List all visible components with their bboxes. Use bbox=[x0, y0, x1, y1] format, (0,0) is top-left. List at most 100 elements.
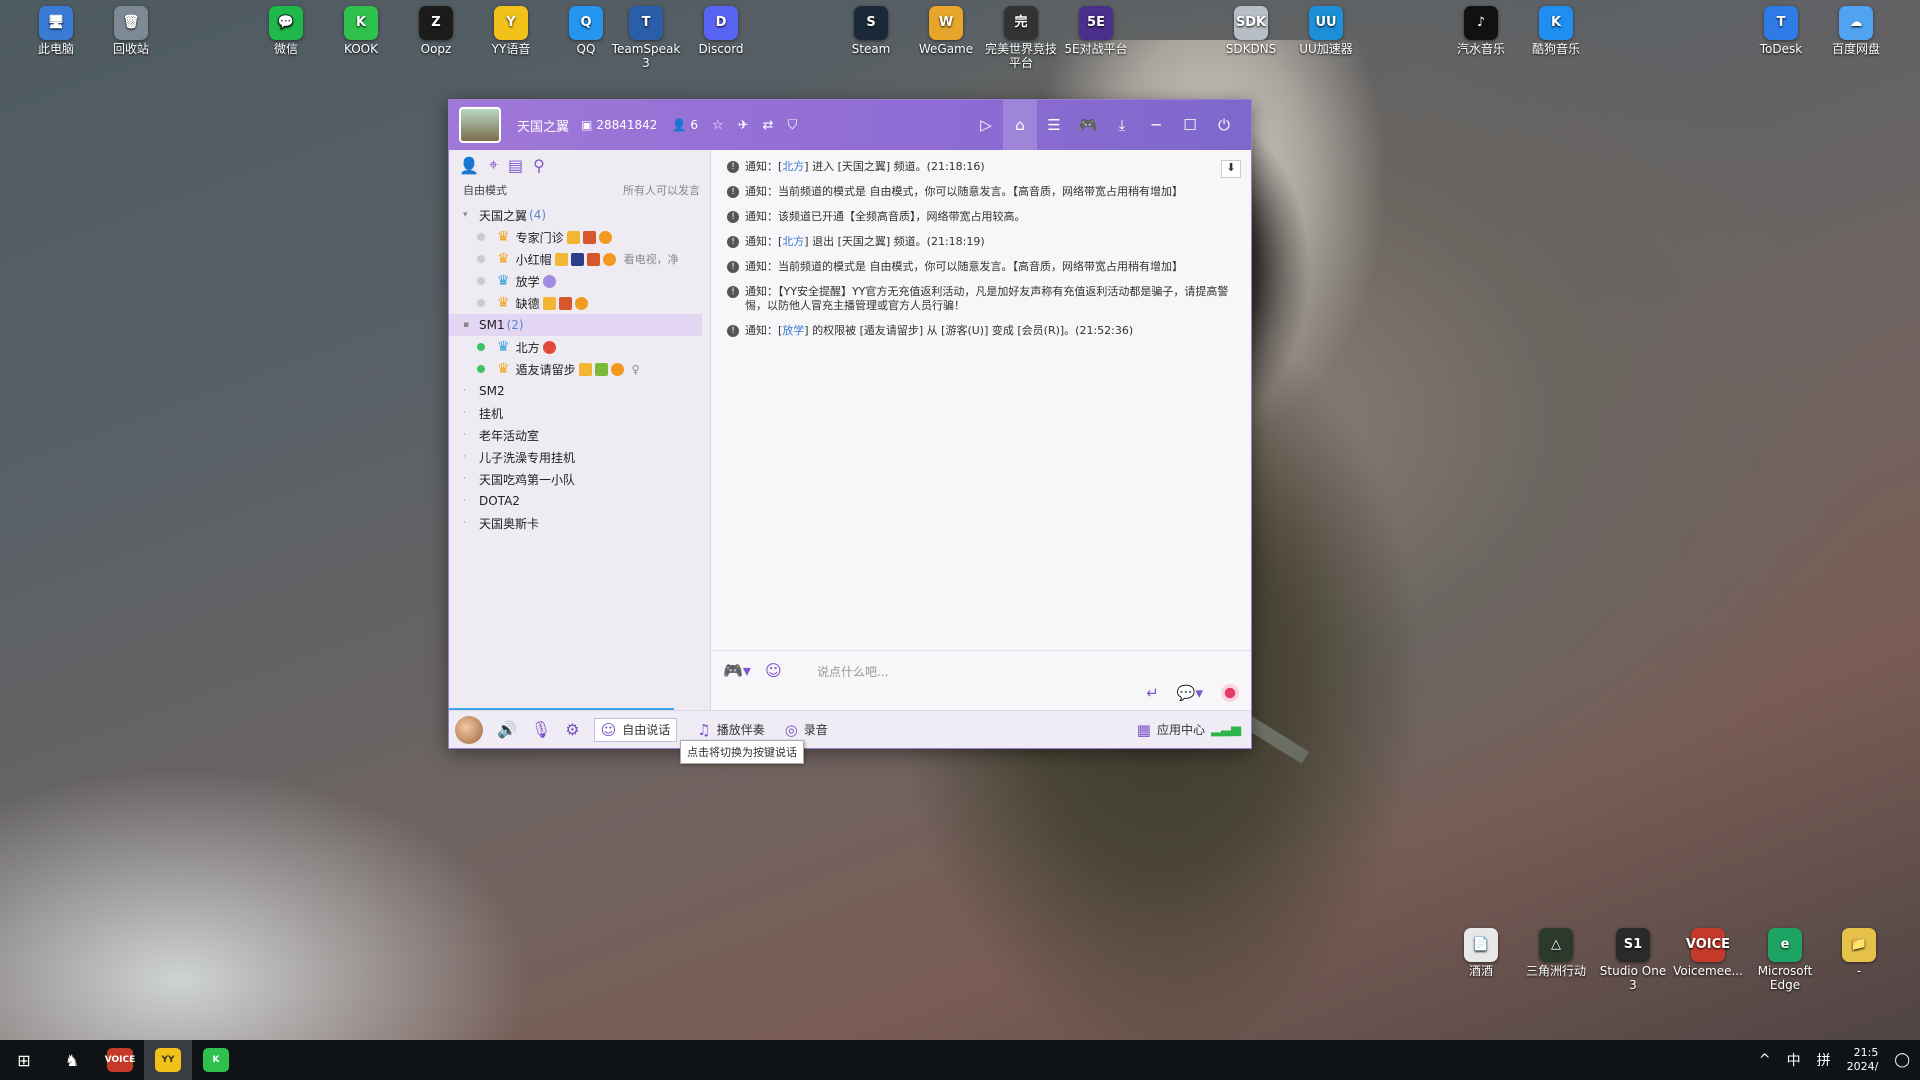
expand-toggle-icon[interactable]: · bbox=[463, 430, 475, 440]
desktop-icon[interactable]: W WeGame bbox=[910, 0, 982, 56]
microphone-icon[interactable]: 🎙 bbox=[531, 720, 551, 739]
desktop-icon[interactable]: e Microsoft Edge bbox=[1749, 922, 1821, 992]
desktop-icon[interactable]: 📄 酒酒 bbox=[1445, 922, 1517, 978]
kook-taskbar-icon[interactable]: K bbox=[192, 1040, 240, 1080]
video-icon[interactable]: ▷ bbox=[969, 116, 1003, 134]
desktop-icon[interactable]: 💬 微信 bbox=[250, 0, 322, 56]
sticker-icon[interactable]: ☺ bbox=[765, 661, 782, 680]
wings-icon[interactable]: ✈ bbox=[738, 118, 749, 133]
expand-toggle-icon[interactable]: · bbox=[463, 386, 475, 396]
desktop-icon[interactable]: S1 Studio One 3 bbox=[1597, 922, 1669, 992]
ime-indicator[interactable]: 中 bbox=[1787, 1050, 1801, 1070]
location-icon[interactable]: ⌖ bbox=[489, 155, 498, 175]
desktop-icon[interactable]: ♪ 汽水音乐 bbox=[1445, 0, 1517, 56]
desktop-icon[interactable]: Z Oopz bbox=[400, 0, 472, 56]
scroll-down-button[interactable]: ⬇ bbox=[1221, 160, 1241, 178]
app-center-button[interactable]: ▦ 应用中心 ▂▃▅ bbox=[1137, 721, 1241, 739]
user-row[interactable]: ♛ 北方 bbox=[449, 336, 710, 358]
user-link[interactable]: 放学 bbox=[782, 324, 804, 337]
studio-one-taskbar-icon[interactable]: ♞ bbox=[48, 1040, 96, 1080]
desktop-icon[interactable]: ☁ 百度网盘 bbox=[1820, 0, 1892, 56]
record-button[interactable]: ◎ 录音 bbox=[785, 721, 828, 739]
desktop-icon-label: 微信 bbox=[273, 42, 298, 56]
search-icon[interactable]: ⚲ bbox=[533, 156, 545, 175]
chat-bubble-icon[interactable]: 💬▾ bbox=[1177, 684, 1203, 702]
emoji-icon[interactable]: 🎮▾ bbox=[723, 661, 751, 680]
expand-toggle-icon[interactable]: · bbox=[463, 518, 475, 528]
my-avatar[interactable] bbox=[455, 715, 483, 744]
free-speak-button[interactable]: ☺ 自由说话 bbox=[593, 717, 678, 742]
gamepad-icon[interactable]: 🎮 bbox=[1071, 116, 1105, 134]
start-icon[interactable]: ⊞ bbox=[0, 1040, 48, 1080]
download-icon[interactable]: ⤓ bbox=[1105, 116, 1139, 134]
user-row[interactable]: ♛ 遁友请留步 ♀ bbox=[449, 358, 710, 380]
send-icon[interactable]: ↵ bbox=[1146, 684, 1159, 702]
user-row[interactable]: ♛ 小红帽 看电视，净 bbox=[449, 248, 710, 270]
expand-toggle-icon[interactable]: · bbox=[463, 408, 475, 418]
expand-toggle-icon[interactable]: · bbox=[463, 452, 475, 462]
user-link[interactable]: 北方 bbox=[782, 160, 804, 173]
mode-row: 自由模式 所有人可以发言 bbox=[449, 180, 710, 202]
maximize-icon[interactable]: ☐ bbox=[1173, 116, 1207, 134]
expand-toggle-icon[interactable]: · bbox=[463, 474, 475, 484]
list-icon[interactable]: ☰ bbox=[1037, 116, 1071, 134]
flower-icon[interactable] bbox=[1221, 684, 1239, 702]
desktop-icon[interactable]: S Steam bbox=[835, 0, 907, 56]
desktop-icon[interactable]: K 酷狗音乐 bbox=[1520, 0, 1592, 56]
desktop-icon[interactable]: 完完美世界竞技平台 bbox=[985, 0, 1057, 70]
user-name: 专家门诊 bbox=[515, 230, 564, 245]
desktop-icon[interactable]: UU UU加速器 bbox=[1290, 0, 1362, 56]
desktop-icon[interactable]: 📁 - bbox=[1823, 922, 1895, 978]
expand-toggle-icon[interactable]: ▪ bbox=[463, 320, 475, 330]
desktop-icon[interactable]: D Discord bbox=[685, 0, 757, 56]
channel-row[interactable]: · 天国奥斯卡 bbox=[449, 512, 710, 534]
desktop-icon[interactable]: SDK SDKDNS bbox=[1215, 0, 1287, 56]
expand-toggle-icon[interactable]: · bbox=[463, 496, 475, 506]
desktop-icon[interactable]: 🗑 回收站 bbox=[95, 0, 167, 56]
desktop-icon[interactable]: △ 三角洲行动 bbox=[1520, 922, 1592, 978]
channel-row[interactable]: · 天国吃鸡第一小队 bbox=[449, 468, 710, 490]
desktop-icon[interactable]: 5E 5E对战平台 bbox=[1060, 0, 1132, 56]
channel-row[interactable]: · 挂机 bbox=[449, 402, 710, 424]
power-icon[interactable]: ⏻ bbox=[1207, 116, 1241, 134]
desktop-icon[interactable]: 🖥 此电脑 bbox=[20, 0, 92, 56]
person-icon[interactable]: 👤 bbox=[459, 156, 479, 175]
expand-toggle-icon[interactable]: ▾ bbox=[463, 210, 475, 220]
share-icon[interactable]: ⇄ bbox=[763, 118, 774, 133]
channel-row[interactable]: · 老年活动室 bbox=[449, 424, 710, 446]
clock[interactable]: 21:5 2024/ bbox=[1847, 1046, 1879, 1074]
notes-icon[interactable]: ▤ bbox=[508, 156, 523, 175]
shield-icon[interactable]: ⛉ bbox=[788, 118, 798, 133]
desktop-icon[interactable]: K KOOK bbox=[325, 0, 397, 56]
channel-row[interactable]: ▪ SM1 (2) bbox=[449, 314, 702, 336]
desktop-icon[interactable]: T TeamSpeak 3 bbox=[610, 0, 682, 70]
minimize-icon[interactable]: ─ bbox=[1139, 116, 1173, 134]
user-link[interactable]: 北方 bbox=[782, 235, 804, 248]
favorite-icon[interactable]: ☆ bbox=[712, 118, 724, 133]
user-row[interactable]: ♛ 专家门诊 bbox=[449, 226, 710, 248]
channel-row[interactable]: · SM2 bbox=[449, 380, 710, 402]
desktop-icon[interactable]: T ToDesk bbox=[1745, 0, 1817, 56]
home-icon[interactable]: ⌂ bbox=[1003, 100, 1037, 150]
channel-row[interactable]: ▾ 天国之翼 (4) bbox=[449, 204, 710, 226]
equalizer-icon[interactable]: ⚙ bbox=[565, 720, 579, 739]
ime-layout-indicator[interactable]: 拼 bbox=[1817, 1050, 1831, 1070]
chevron-up-icon[interactable]: ^ bbox=[1759, 1052, 1771, 1068]
desktop-icon[interactable]: Y YY语音 bbox=[475, 0, 547, 56]
app-icon: T bbox=[629, 6, 663, 40]
yy-taskbar-icon[interactable]: YY bbox=[144, 1040, 192, 1080]
desktop-icon[interactable]: VOICE Voicemee... bbox=[1672, 922, 1744, 978]
app-icon: T bbox=[1764, 6, 1798, 40]
notification-icon[interactable]: ◯ bbox=[1894, 1052, 1910, 1068]
voicemeeter-taskbar-icon[interactable]: VOICE bbox=[96, 1040, 144, 1080]
channel-row[interactable]: · 儿子洗澡专用挂机 bbox=[449, 446, 710, 468]
play-music-button[interactable]: ♫ 播放伴奏 bbox=[697, 721, 764, 739]
channel-id: ▣ 28841842 bbox=[581, 118, 657, 132]
badge-icon bbox=[574, 296, 588, 310]
user-row[interactable]: ♛ 缺德 bbox=[449, 292, 710, 314]
speaker-icon[interactable]: 🔊 bbox=[497, 720, 517, 739]
channel-avatar[interactable] bbox=[459, 107, 501, 143]
channel-row[interactable]: · DOTA2 bbox=[449, 490, 710, 512]
chat-input[interactable]: 说点什么吧... bbox=[817, 663, 888, 680]
user-row[interactable]: ♛ 放学 bbox=[449, 270, 710, 292]
